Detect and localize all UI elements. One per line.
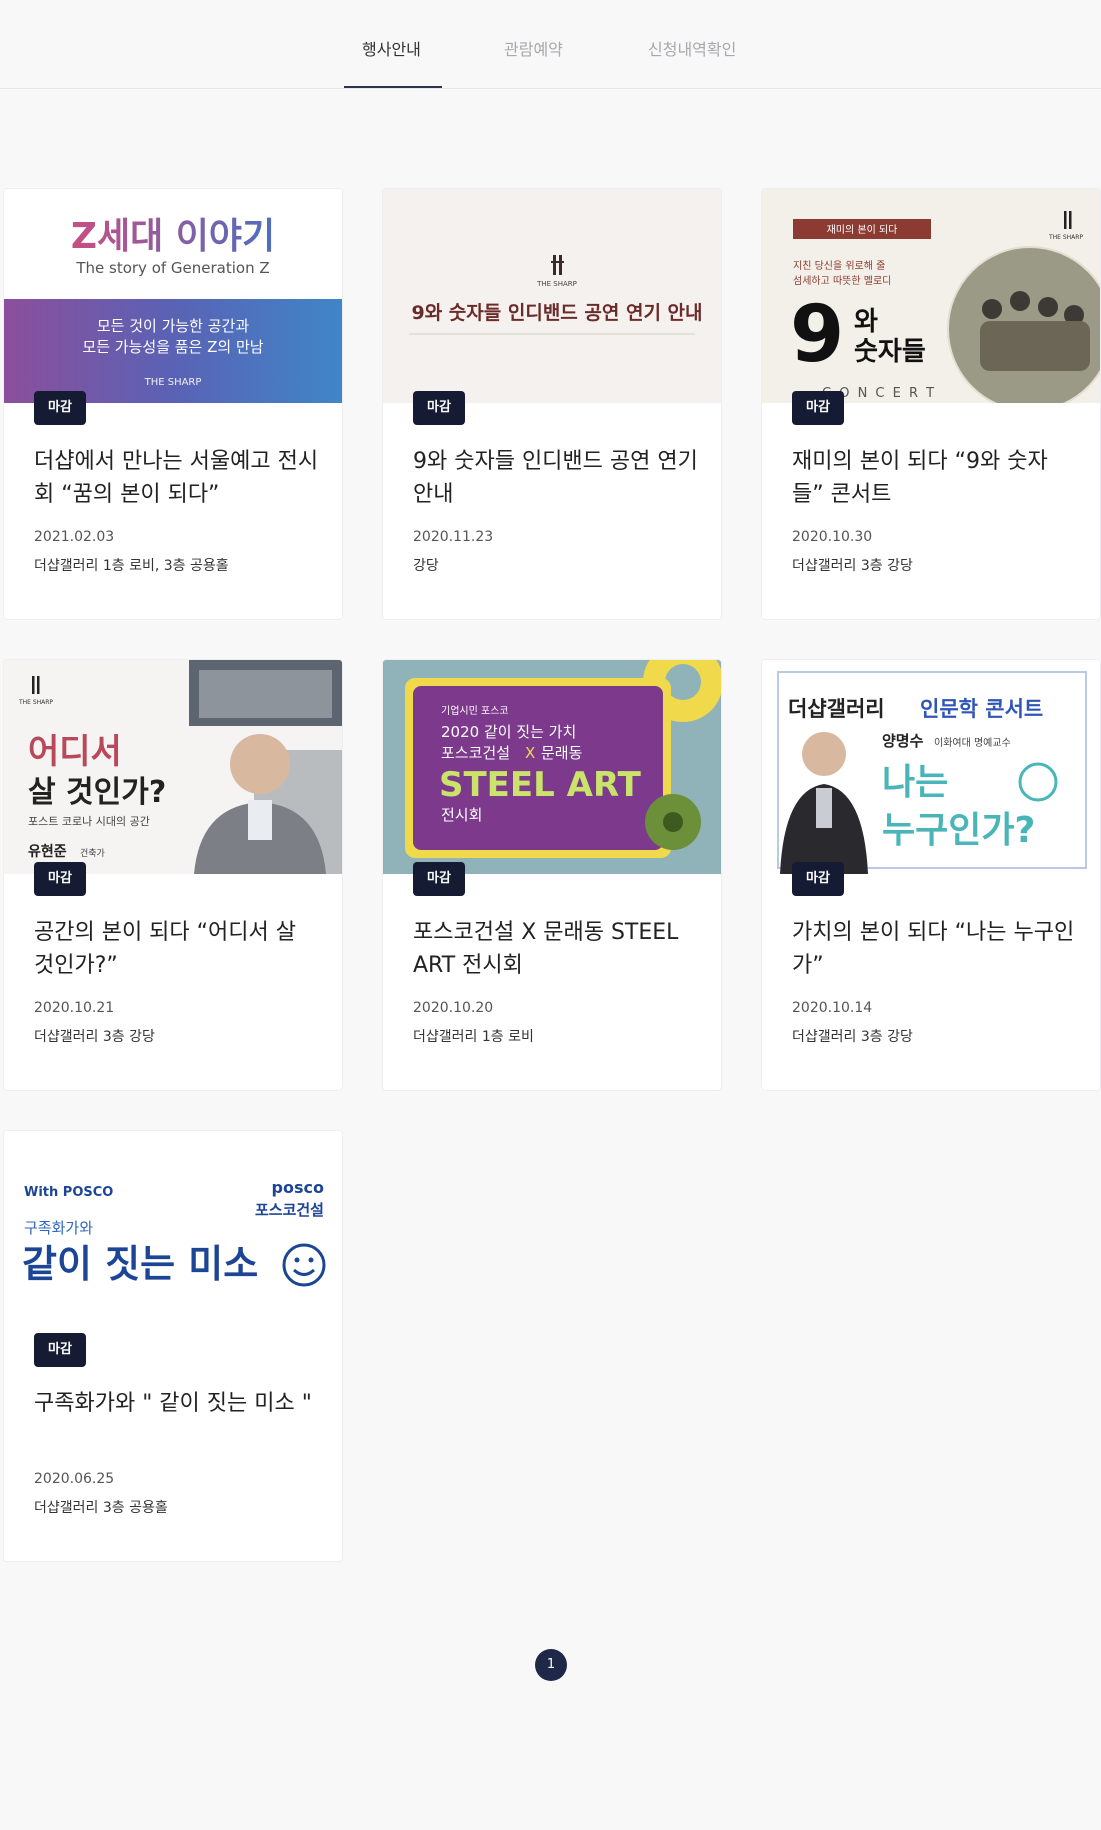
svg-text:X: X [525,744,535,762]
svg-text:모든 것이 가능한 공간과: 모든 것이 가능한 공간과 [97,317,250,335]
svg-text:건축가: 건축가 [80,848,105,859]
event-place: 더샵갤러리 1층 로비, 3층 공용홀 [34,558,229,574]
svg-text:인문학 콘서트: 인문학 콘서트 [920,697,1043,721]
svg-text:기업시민 포스코: 기업시민 포스코 [441,704,509,717]
tab-check-history[interactable]: 신청내역확인 [648,36,736,60]
status-badge: 마감 [34,391,86,425]
svg-text:지친 당신을 위로해 줄: 지친 당신을 위로해 줄 [793,259,885,272]
event-thumbnail: 더샵갤러리 인문학 콘서트 양명수 이화여대 명예교수 나는 누구인가? [762,660,1100,874]
event-title[interactable]: 포스코건설 X 문래동 STEEL ART 전시회 [413,916,698,982]
event-thumbnail: Z세대 이야기 The story of Generation Z 모든 것이 … [4,189,342,403]
tab-reservation[interactable]: 관람예약 [504,36,563,60]
smile-poster-image: With POSCO posco 포스코건설 구족화가와 같이 짓는 미소 [4,1131,342,1345]
svg-text:THE SHARP: THE SHARP [1048,234,1083,241]
steel-art-poster-image: 기업시민 포스코 2020 같이 짓는 가치 포스코건설 X 문래동 STEEL… [383,660,721,874]
status-badge: 마감 [34,862,86,896]
svg-text:살 것인가?: 살 것인가? [28,775,166,810]
svg-text:9와 숫자들 인디밴드 공연 연기 안내: 9와 숫자들 인디밴드 공연 연기 안내 [411,302,702,324]
svg-text:구족화가와: 구족화가와 [24,1219,93,1237]
status-badge: 마감 [413,862,465,896]
svg-text:모든 가능성을 품은 Z의 만남: 모든 가능성을 품은 Z의 만남 [82,338,263,356]
concert-poster-image: 재미의 본이 되다 THE SHARP 지친 당신을 위로해 줄 섬세하고 따뜻… [762,189,1100,403]
event-date: 2020.06.25 [34,1471,115,1487]
svg-text:나는: 나는 [882,762,948,803]
svg-text:포스코건설: 포스코건설 [255,1201,324,1219]
tab-bar: 행사안내 관람예약 신청내역확인 [0,0,1101,89]
event-date: 2020.10.21 [34,1000,115,1016]
genz-poster-image: Z세대 이야기 The story of Generation Z 모든 것이 … [4,189,342,403]
status-badge: 마감 [792,391,844,425]
event-card[interactable]: 기업시민 포스코 2020 같이 짓는 가치 포스코건설 X 문래동 STEEL… [382,659,722,1091]
event-title[interactable]: 공간의 본이 되다 “어디서 살 것인가?” [34,916,319,982]
svg-text:2020 같이 짓는 가치: 2020 같이 짓는 가치 [441,723,576,741]
event-thumbnail: THE SHARP 9와 숫자들 인디밴드 공연 연기 안내 [383,189,721,403]
svg-text:재미의 본이 되다: 재미의 본이 되다 [827,224,898,236]
event-thumbnail: 기업시민 포스코 2020 같이 짓는 가치 포스코건설 X 문래동 STEEL… [383,660,721,874]
svg-text:이화여대 명예교수: 이화여대 명예교수 [934,737,1011,749]
event-place: 더샵갤러리 3층 강당 [792,558,913,574]
event-place: 더샵갤러리 3층 강당 [34,1029,155,1045]
event-date: 2020.10.30 [792,529,873,545]
event-place: 더샵갤러리 1층 로비 [413,1029,534,1045]
event-place: 더샵갤러리 3층 공용홀 [34,1500,168,1516]
event-title[interactable]: 구족화가와 " 같이 짓는 미소 " [34,1387,319,1420]
svg-text:The story of Generation Z: The story of Generation Z [75,259,269,277]
svg-text:THE SHARP: THE SHARP [18,699,53,706]
event-title[interactable]: 가치의 본이 되다 “나는 누구인가” [792,916,1077,982]
tab-events[interactable]: 행사안내 [362,36,421,60]
event-thumbnail: With POSCO posco 포스코건설 구족화가와 같이 짓는 미소 [4,1131,342,1345]
svg-text:어디서: 어디서 [28,732,122,772]
event-card[interactable]: 더샵갤러리 인문학 콘서트 양명수 이화여대 명예교수 나는 누구인가? 마감 … [761,659,1101,1091]
event-place: 더샵갤러리 3층 강당 [792,1029,913,1045]
status-badge: 마감 [792,862,844,896]
notice-poster-image: THE SHARP 9와 숫자들 인디밴드 공연 연기 안내 [383,189,721,403]
event-title[interactable]: 더샵에서 만나는 서울예고 전시회 “꿈의 본이 되다” [34,445,319,511]
event-place: 강당 [413,558,439,574]
event-card[interactable]: With POSCO posco 포스코건설 구족화가와 같이 짓는 미소 마감… [3,1130,343,1562]
svg-text:문래동: 문래동 [541,744,583,762]
event-title[interactable]: 재미의 본이 되다 “9와 숫자들” 콘서트 [792,445,1077,511]
event-thumbnail: THE SHARP 어디서 살 것인가? 포스트 코로나 시대의 공간 유현준 … [4,660,342,874]
svg-text:With POSCO: With POSCO [24,1185,113,1200]
event-card[interactable]: THE SHARP 9와 숫자들 인디밴드 공연 연기 안내 마감 9와 숫자들… [382,188,722,620]
svg-text:posco: posco [272,1178,324,1197]
svg-text:9: 9 [790,290,844,380]
status-badge: 마감 [34,1333,86,1367]
event-date: 2020.10.14 [792,1000,873,1016]
svg-text:THE SHARP: THE SHARP [536,280,577,288]
event-date: 2020.11.23 [413,529,494,545]
event-date: 2021.02.03 [34,529,115,545]
svg-text:섬세하고 따뜻한 멜로디: 섬세하고 따뜻한 멜로디 [793,274,891,287]
svg-text:같이 짓는 미소: 같이 짓는 미소 [22,1242,258,1286]
event-date: 2020.10.20 [413,1000,494,1016]
status-badge: 마감 [413,391,465,425]
svg-text:더샵갤러리: 더샵갤러리 [788,697,885,721]
humanities-poster-image: 더샵갤러리 인문학 콘서트 양명수 이화여대 명예교수 나는 누구인가? [762,660,1100,874]
lecture-poster-image: THE SHARP 어디서 살 것인가? 포스트 코로나 시대의 공간 유현준 … [4,660,342,874]
svg-text:STEEL ART: STEEL ART [439,765,642,805]
event-card[interactable]: THE SHARP 어디서 살 것인가? 포스트 코로나 시대의 공간 유현준 … [3,659,343,1091]
svg-text:포스트 코로나 시대의 공간: 포스트 코로나 시대의 공간 [28,815,150,828]
event-card[interactable]: 재미의 본이 되다 THE SHARP 지친 당신을 위로해 줄 섬세하고 따뜻… [761,188,1101,620]
svg-text:THE SHARP: THE SHARP [144,377,202,388]
svg-text:전시회: 전시회 [441,806,482,824]
event-thumbnail: 재미의 본이 되다 THE SHARP 지친 당신을 위로해 줄 섬세하고 따뜻… [762,189,1100,403]
active-tab-indicator [344,86,442,88]
svg-text:포스코건설: 포스코건설 [441,744,510,762]
svg-text:양명수: 양명수 [882,732,924,750]
event-card[interactable]: Z세대 이야기 The story of Generation Z 모든 것이 … [3,188,343,620]
event-title[interactable]: 9와 숫자들 인디밴드 공연 연기 안내 [413,445,698,511]
svg-text:와: 와 [854,307,878,337]
svg-text:유현준: 유현준 [28,844,67,860]
svg-text:누구인가?: 누구인가? [882,810,1035,851]
svg-text:Z세대 이야기: Z세대 이야기 [71,216,275,257]
page-1-button[interactable]: 1 [535,1649,567,1681]
svg-text:숫자들: 숫자들 [854,337,926,367]
